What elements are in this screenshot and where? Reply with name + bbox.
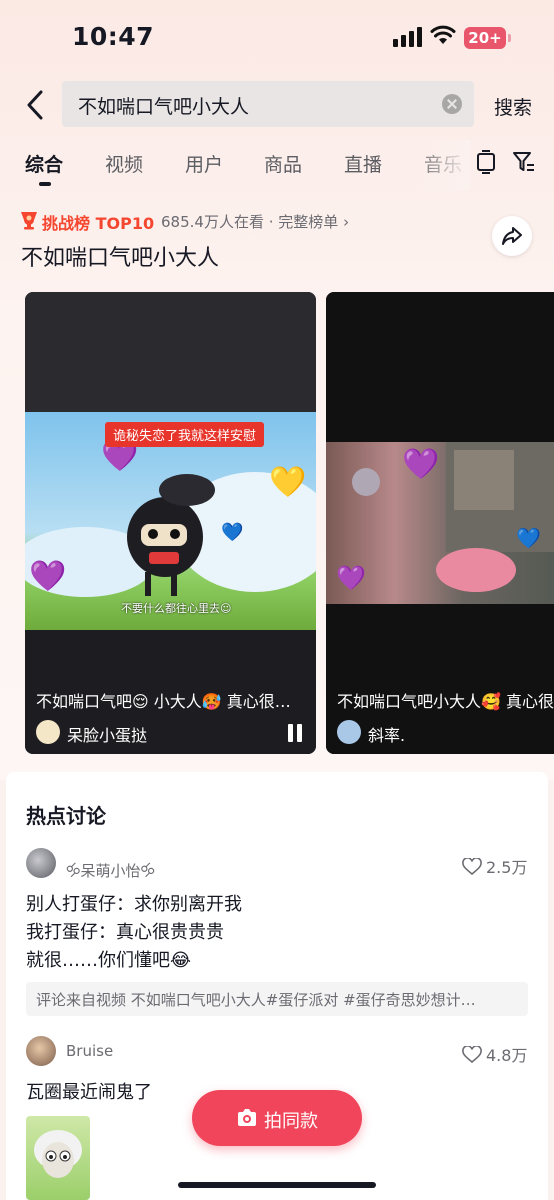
video-letterbox	[25, 292, 316, 412]
share-button[interactable]	[492, 216, 532, 256]
heart-sticker: 💙	[221, 522, 244, 543]
signal-icon	[393, 27, 423, 47]
viewer-count: 685.4万人在看	[161, 213, 264, 231]
tab-fade	[410, 140, 470, 190]
video-author[interactable]: 斜率.	[368, 722, 405, 746]
post-text-line: 我打蛋仔：真心很贵贵贵	[26, 922, 224, 943]
video-card[interactable]: 💜 💛 💜 💙 诡秘失恋了我就这样安慰 不要什么都往心里去☺ 不如喘口气吧😌 小…	[25, 292, 316, 754]
video-subtitle: 不要什么都往心里去☺	[121, 602, 232, 615]
shoot-same-button[interactable]: 拍同款	[192, 1090, 362, 1146]
challenge-label: 挑战榜 TOP10	[42, 214, 155, 233]
share-icon	[502, 227, 522, 245]
camera-icon	[238, 1109, 256, 1126]
hot-discussion-title: 热点讨论	[26, 804, 106, 828]
info-separator: ·	[268, 213, 274, 231]
search-input[interactable]: 不如喘口气吧小大人	[62, 81, 474, 127]
battery-icon: 20+	[464, 27, 511, 49]
video-caption: 不如喘口气吧😌 小大人🥵 真心很…	[36, 692, 291, 711]
layout-toggle-icon[interactable]	[476, 150, 496, 174]
post-text-line: 别人打蛋仔：求你别离开我	[26, 894, 242, 915]
topic-title: 不如喘口气吧小大人	[21, 246, 220, 271]
challenge-info[interactable]: 685.4万人在看 · 完整榜单 ›	[161, 211, 349, 232]
status-time: 10:47	[72, 22, 155, 51]
heart-sticker: 💜	[402, 447, 440, 482]
wifi-icon	[430, 25, 456, 44]
search-query: 不如喘口气吧小大人	[78, 96, 250, 118]
post-text-line: 瓦圈最近闹鬼了	[26, 1082, 152, 1103]
back-arrow-icon[interactable]	[22, 88, 52, 122]
result-tabs: 综合 视频 用户 商品 直播 音乐	[0, 140, 554, 190]
video-card[interactable]: 💜 💜 💙 不如喘口气吧小大人🥰 真心很 斜率.	[326, 292, 554, 754]
video-overlay-tag: 诡秘失恋了我就这样安慰	[105, 422, 265, 447]
home-indicator	[178, 1182, 376, 1188]
source-video-link[interactable]: 评论来自视频 不如喘口气吧小大人#蛋仔派对 #蛋仔奇思妙想计…	[26, 982, 528, 1016]
full-list-link[interactable]: 完整榜单 ›	[278, 213, 349, 231]
search-button[interactable]: 搜索	[494, 93, 532, 120]
tab-live[interactable]: 直播	[344, 150, 382, 177]
heart-outline-icon	[462, 1045, 482, 1064]
avatar[interactable]	[26, 1036, 56, 1066]
heart-sticker: 💛	[269, 465, 307, 500]
tab-user[interactable]: 用户	[185, 150, 223, 177]
tab-goods[interactable]: 商品	[264, 150, 302, 177]
post-username[interactable]: Bruise	[66, 1042, 113, 1060]
status-bar: 10:47 20+	[0, 0, 554, 70]
heart-sticker: 💙	[516, 526, 541, 550]
like-count-value: 2.5万	[486, 858, 528, 877]
author-avatar[interactable]	[36, 720, 60, 744]
avatar[interactable]	[26, 848, 56, 878]
video-author[interactable]: 呆脸小蛋挞	[67, 722, 147, 746]
pause-icon[interactable]	[287, 724, 303, 742]
heart-sticker: 💜	[336, 564, 366, 592]
like-count[interactable]: 4.8万	[462, 1042, 527, 1066]
like-count[interactable]: 2.5万	[462, 854, 527, 878]
clear-icon[interactable]	[442, 94, 462, 114]
like-count-value: 4.8万	[486, 1046, 528, 1065]
tab-video[interactable]: 视频	[105, 150, 143, 177]
post-username[interactable]: 🝰呆萌小怡🝰	[66, 854, 155, 885]
video-letterbox	[326, 292, 554, 442]
heart-outline-icon	[462, 857, 482, 876]
trophy-icon	[21, 212, 37, 230]
video-thumbnail: 💜 💜 💙	[326, 442, 554, 604]
filter-icon[interactable]	[512, 150, 536, 174]
sheep-image	[34, 1130, 82, 1178]
tab-comprehensive[interactable]: 综合	[25, 150, 63, 177]
tab-active-indicator	[39, 182, 51, 186]
video-caption: 不如喘口气吧小大人🥰 真心很	[337, 692, 554, 711]
author-avatar[interactable]	[337, 720, 361, 744]
shoot-same-label: 拍同款	[264, 1111, 318, 1132]
post-image-thumbnail[interactable]	[26, 1116, 90, 1200]
post-text-line: 就很……你们懂吧😂	[26, 950, 192, 971]
heart-sticker: 💜	[29, 559, 67, 594]
